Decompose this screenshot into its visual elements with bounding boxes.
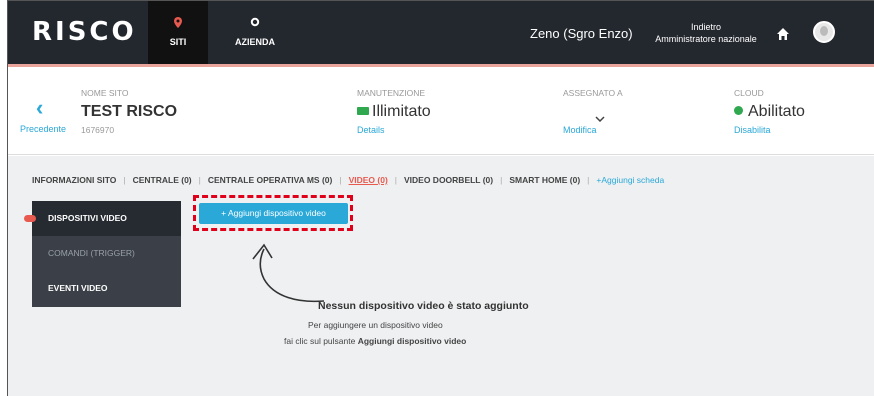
nav-azienda-label: AZIENDA: [235, 37, 275, 47]
tab-video-doorbell[interactable]: VIDEO DOORBELL (0): [404, 175, 493, 185]
infinity-badge-icon: [357, 107, 369, 115]
gear-icon: [220, 17, 290, 30]
empty-state-button-ref: Aggiungi dispositivo video: [357, 336, 467, 346]
maintenance-value: Illimitato: [357, 103, 431, 121]
side-item-label: DISPOSITIVI VIDEO: [48, 213, 127, 223]
video-side-menu: DISPOSITIVI VIDEO COMANDI (TRIGGER) EVEN…: [24, 201, 181, 307]
tab-smart-home[interactable]: SMART HOME (0): [509, 175, 580, 185]
site-name: TEST RISCO: [81, 103, 178, 120]
nav-siti-label: SITI: [169, 37, 187, 47]
site-name-label: NOME SITO: [81, 88, 129, 98]
side-item-comandi[interactable]: COMANDI (TRIGGER): [32, 236, 181, 271]
location-pin-icon: [148, 17, 208, 31]
chevron-down-icon[interactable]: [595, 111, 605, 125]
user-name[interactable]: Zeno (Sgro Enzo): [530, 26, 633, 41]
side-item-label: COMANDI (TRIGGER): [48, 248, 135, 258]
side-item-label: EVENTI VIDEO: [48, 283, 108, 293]
assigned-label: ASSEGNATO A: [563, 88, 623, 98]
side-item-dispositivi-video[interactable]: DISPOSITIVI VIDEO: [24, 201, 181, 236]
maintenance-label: MANUTENZIONE: [357, 88, 425, 98]
tab-centrale-operativa[interactable]: CENTRALE OPERATIVA MS (0): [208, 175, 333, 185]
status-dot-icon: [734, 106, 743, 115]
maintenance-text: Illimitato: [372, 103, 431, 120]
nav-siti[interactable]: SITI: [148, 1, 208, 64]
site-code: 1676970: [81, 125, 115, 135]
tab-bar: INFORMAZIONI SITO | CENTRALE (0) | CENTRALE …: [32, 175, 665, 185]
tab-add[interactable]: +Aggiungi scheda: [596, 175, 664, 185]
hand-drawn-arrow-icon: [252, 243, 325, 303]
top-navbar: RISCO SITI AZIENDA Zeno (Sgro Enzo) Indi…: [8, 1, 874, 64]
assigned-modify-link[interactable]: Modifica: [563, 125, 597, 135]
cloud-disable-link[interactable]: Disabilita: [734, 125, 771, 135]
maintenance-details-link[interactable]: Details: [357, 125, 385, 135]
side-item-eventi-video[interactable]: EVENTI VIDEO: [32, 271, 181, 306]
home-icon[interactable]: [776, 27, 790, 41]
chevron-left-icon[interactable]: ‹: [36, 95, 43, 121]
empty-state-line2: fai clic sul pulsante Aggiungi dispositi…: [284, 336, 467, 346]
add-video-device-button[interactable]: + Aggiungi dispositivo video: [199, 203, 348, 224]
empty-state-line1: Per aggiungere un dispositivo video: [308, 320, 443, 330]
risco-logo: RISCO: [32, 17, 137, 47]
cloud-value: Abilitato: [734, 103, 805, 121]
tab-video[interactable]: VIDEO (0): [349, 175, 388, 185]
site-header: ‹ Precedente NOME SITO TEST RISCO 167697…: [8, 67, 874, 155]
user-avatar[interactable]: [813, 21, 835, 43]
nav-azienda[interactable]: AZIENDA: [220, 1, 290, 64]
app-window: RISCO SITI AZIENDA Zeno (Sgro Enzo) Indi…: [7, 0, 874, 396]
cloud-text: Abilitato: [748, 103, 805, 120]
role-label: Amministratore nazionale: [655, 34, 757, 44]
tab-centrale[interactable]: CENTRALE (0): [133, 175, 192, 185]
back-label: Indietro: [690, 22, 722, 32]
tab-informazioni-sito[interactable]: INFORMAZIONI SITO: [32, 175, 116, 185]
active-marker: [24, 215, 36, 222]
empty-state-title: Nessun dispositivo video è stato aggiunt…: [318, 300, 529, 312]
cloud-label: CLOUD: [734, 88, 764, 98]
previous-link[interactable]: Precedente: [20, 124, 66, 134]
back-link[interactable]: Indietro Amministratore nazionale: [651, 21, 761, 45]
